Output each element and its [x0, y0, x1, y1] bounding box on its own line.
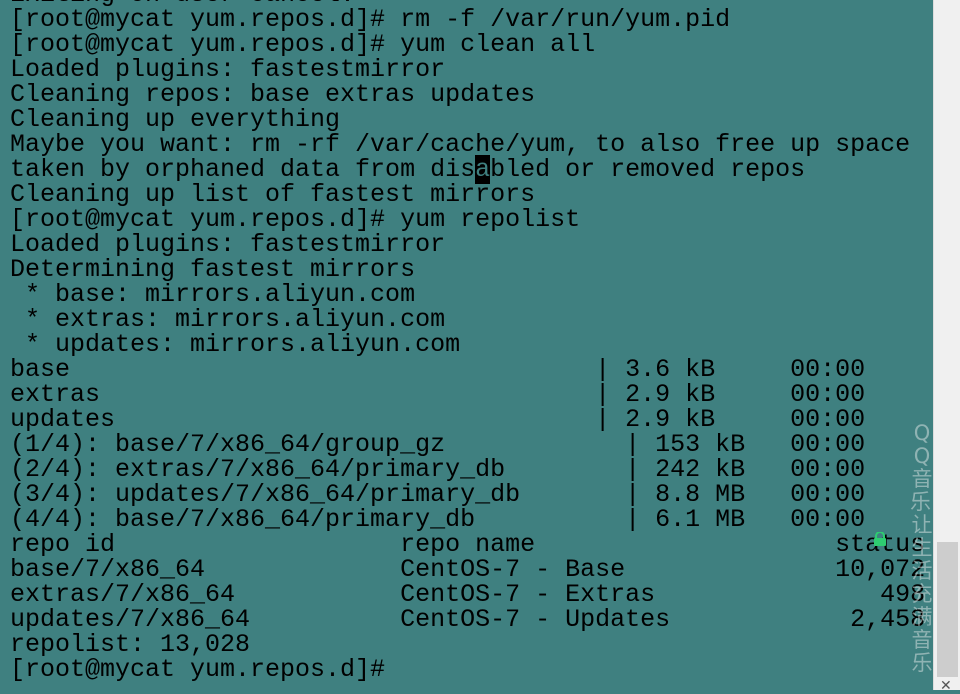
terminal-line: extras/7/x86_64 CentOS-7 - Extras 498 — [10, 580, 926, 609]
qq-music-watermark: QQ音乐，让生活充满音乐 — [910, 421, 952, 675]
terminal-line: [root@mycat yum.repos.d]# yum repolist — [10, 205, 581, 234]
terminal-line: Loaded plugins: fastestmirror — [10, 230, 446, 259]
terminal-line: Cleaning up list of fastest mirrors — [10, 180, 536, 209]
terminal-line: updates/7/x86_64 CentOS-7 - Updates 2,45… — [10, 605, 926, 634]
terminal-line: [root@mycat yum.repos.d]# yum clean all — [10, 30, 596, 59]
terminal-line: repolist: 13,028 — [10, 630, 251, 659]
terminal-line: [root@mycat yum.repos.d]# — [10, 655, 401, 684]
terminal-line: (3/4): updates/7/x86_64/primary_db | 8.8… — [10, 480, 866, 509]
scrollbar-thumb[interactable] — [937, 542, 958, 677]
terminal-line: (2/4): extras/7/x86_64/primary_db | 242 … — [10, 455, 866, 484]
terminal-line: * base: mirrors.aliyun.com — [10, 280, 416, 309]
terminal-line: base | 3.6 kB 00:00 — [10, 355, 866, 384]
terminal-line: Cleaning repos: base extras updates — [10, 80, 536, 109]
terminal-line: Cleaning up everything — [10, 105, 341, 134]
terminal-line: * extras: mirrors.aliyun.com — [10, 305, 446, 334]
terminal-window[interactable]: Exiting on user cancel.[root@mycat yum.r… — [0, 0, 933, 690]
terminal-output: Exiting on user cancel.[root@mycat yum.r… — [10, 0, 925, 682]
close-icon[interactable]: ✕ — [940, 678, 952, 694]
terminal-line: (1/4): base/7/x86_64/group_gz | 153 kB 0… — [10, 430, 866, 459]
terminal-line: Determining fastest mirrors — [10, 255, 416, 284]
vertical-scrollbar[interactable]: ✕ — [933, 0, 960, 694]
terminal-line: Loaded plugins: fastestmirror — [10, 55, 446, 84]
lock-icon — [874, 532, 886, 546]
terminal-line: taken by orphaned data from disabled or … — [10, 155, 925, 184]
terminal-line: (4/4): base/7/x86_64/primary_db | 6.1 MB… — [10, 505, 866, 534]
terminal-line: Maybe you want: rm -rf /var/cache/yum, t… — [10, 130, 911, 159]
terminal-line: updates | 2.9 kB 00:00 — [10, 405, 866, 434]
terminal-line: [root@mycat yum.repos.d]# rm -f /var/run… — [10, 5, 731, 34]
terminal-line: extras | 2.9 kB 00:00 — [10, 380, 866, 409]
terminal-line: base/7/x86_64 CentOS-7 - Base 10,072 — [10, 555, 926, 584]
terminal-text: bled or removed repos — [490, 155, 806, 184]
terminal-line: repo id repo name status — [10, 530, 926, 559]
terminal-line: * updates: mirrors.aliyun.com — [10, 330, 461, 359]
